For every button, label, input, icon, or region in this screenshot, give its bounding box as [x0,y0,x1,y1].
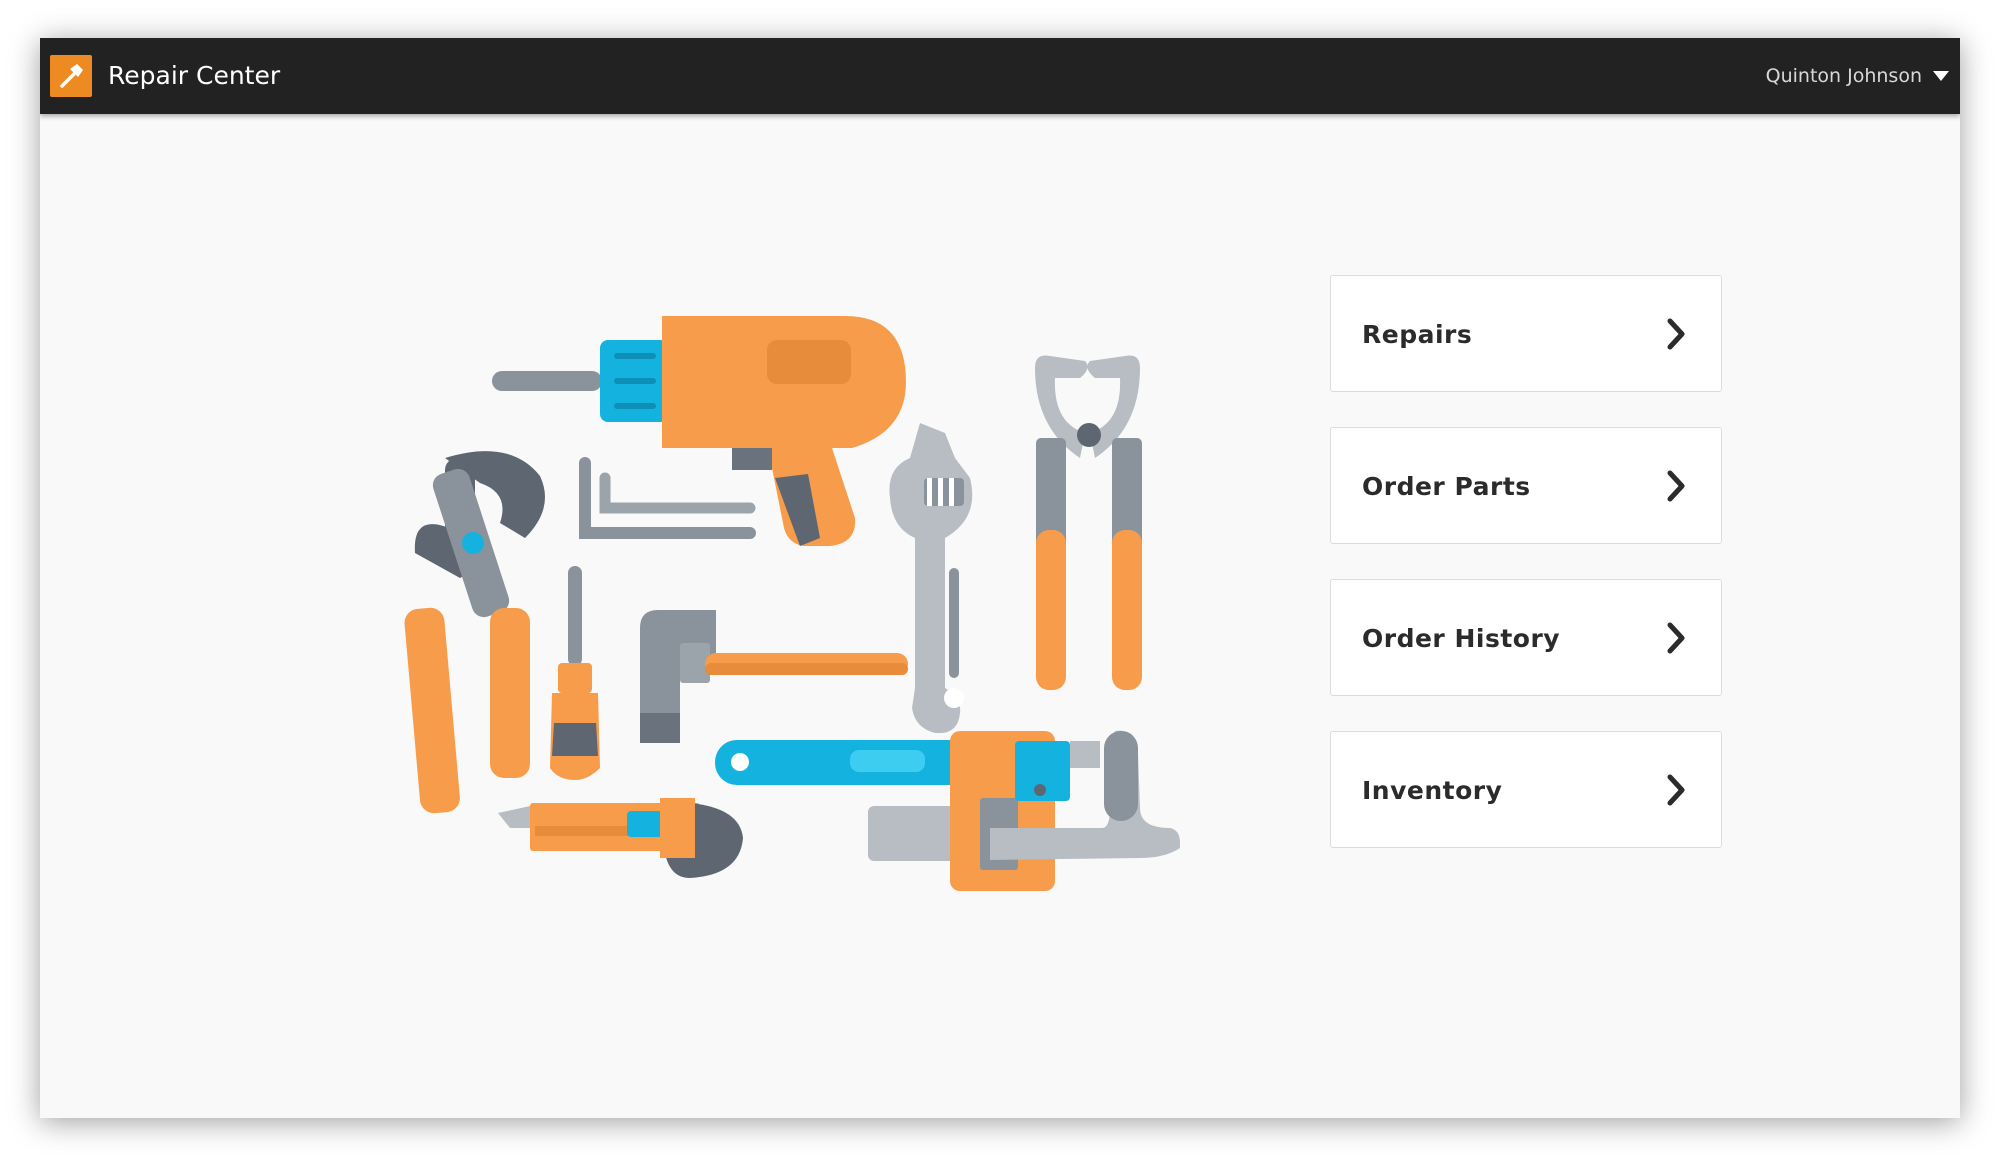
user-name[interactable]: Quinton Johnson [1766,65,1922,87]
chevron-right-icon[interactable] [1666,773,1688,807]
nippers-icon [1035,355,1142,690]
user-menu[interactable]: Quinton Johnson [1766,60,1950,92]
chevron-right-icon[interactable] [1666,317,1688,351]
menu-item-label[interactable]: Order Parts [1362,428,1531,545]
screwdriver-icon [550,566,600,780]
menu-item-inventory[interactable]: Inventory [1330,731,1722,848]
app-title[interactable]: Repair Center [108,60,280,92]
hammer-icon[interactable] [50,55,92,97]
chevron-right-icon[interactable] [1666,469,1688,503]
pipe-wrench-icon [715,730,1180,891]
hammer-tool-icon [640,610,908,743]
menu-item-order-parts[interactable]: Order Parts [1330,427,1722,544]
box-cutter-icon [498,798,743,878]
adjustable-wrench-icon [889,423,973,733]
menu-item-label[interactable]: Inventory [1362,732,1502,849]
menu-item-order-history[interactable]: Order History [1330,579,1722,696]
top-navigation-bar: Repair Center Quinton Johnson [40,38,1960,114]
chevron-right-icon[interactable] [1666,621,1688,655]
menu-item-label[interactable]: Order History [1362,580,1560,697]
tools-illustration [404,316,1180,891]
menu-item-label[interactable]: Repairs [1362,276,1472,393]
caret-down-icon[interactable] [1932,70,1950,82]
allen-keys-icon [579,457,756,539]
menu-item-repairs[interactable]: Repairs [1330,275,1722,392]
water-pump-pliers-icon [404,451,545,814]
app-window: Repair Center Quinton Johnson Repairs Or… [40,38,1960,1118]
